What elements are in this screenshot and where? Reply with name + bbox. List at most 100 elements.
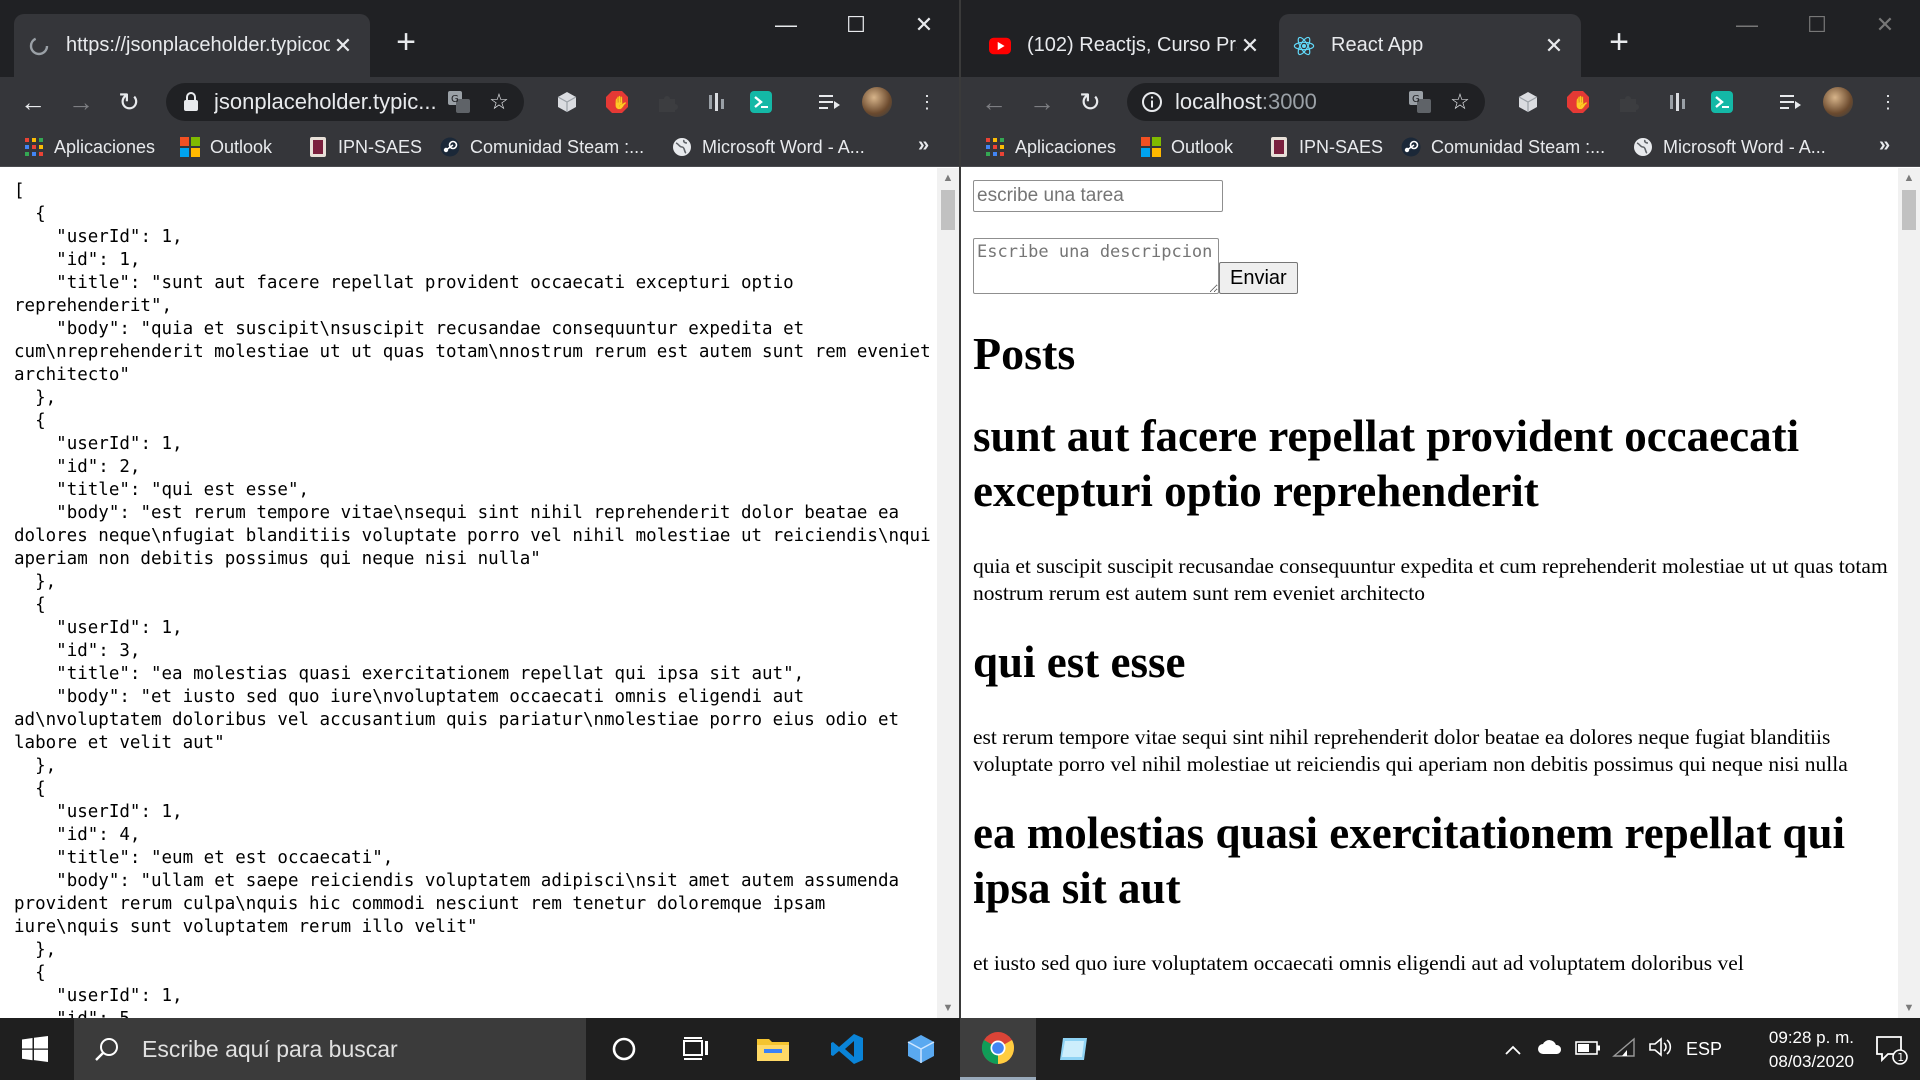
address-bar[interactable]: localhost:3000 G ☆ [1127,83,1485,121]
tab-close-icon[interactable]: ✕ [1541,33,1567,59]
back-arrow-icon[interactable]: ← [977,85,1011,119]
vertical-scrollbar[interactable]: ▲ ▼ [937,168,959,1018]
post-item: ea molestias quasi exercitationem repell… [973,806,1888,977]
menu-kebab-icon[interactable]: ⋮ [1875,89,1901,115]
tab-close-icon[interactable]: ✕ [1237,33,1263,59]
youtube-icon [989,35,1011,57]
start-button[interactable] [0,1018,70,1080]
media-queue-icon[interactable] [1777,89,1803,115]
extension-terminal-icon[interactable] [1709,89,1735,115]
post-item: qui est esse est rerum tempore vitae seq… [973,635,1888,778]
bookmark-outlook[interactable]: Outlook [1141,134,1233,160]
media-queue-icon[interactable] [816,89,842,115]
3d-viewer-button[interactable] [886,1018,956,1080]
bookmark-label: Outlook [1171,136,1234,157]
lock-icon[interactable] [180,91,202,113]
volume-icon[interactable] [1642,1036,1678,1062]
adblock-hand-icon[interactable]: ✋ [604,89,630,115]
bookmark-star-icon[interactable]: ☆ [1445,87,1475,117]
adblock-hand-icon[interactable]: ✋ [1565,89,1591,115]
task-description-textarea[interactable] [973,238,1219,294]
bookmark-star-icon[interactable]: ☆ [484,87,514,117]
tab-react-app[interactable]: React App ✕ [1279,14,1581,77]
reload-icon[interactable]: ↻ [1073,85,1107,119]
scroll-down-arrow-icon[interactable]: ▼ [937,998,959,1018]
maximize-button[interactable]: ☐ [838,10,874,40]
tab-title: https://jsonplaceholder.typicode.com/pos… [66,34,330,56]
profile-avatar[interactable] [1823,87,1853,117]
bookmark-apps[interactable]: Aplicaciones [24,134,155,160]
forward-arrow-icon[interactable]: → [1025,85,1059,119]
bookmark-outlook[interactable]: Outlook [180,134,272,160]
bookmarks-overflow-button[interactable]: » [1879,134,1890,157]
3d-cube-icon [907,1035,935,1063]
scroll-up-arrow-icon[interactable]: ▲ [1898,168,1920,188]
task-title-input[interactable] [973,180,1223,212]
close-window-button[interactable]: ✕ [906,10,942,40]
task-view-icon [683,1037,708,1060]
minimize-button[interactable]: — [768,10,804,40]
tab-youtube[interactable]: (102) Reactjs, Curso Práctico ✕ [975,14,1277,77]
extension-puzzle-icon[interactable] [654,89,680,115]
chrome-taskbar-button[interactable] [960,1018,1036,1080]
bookmark-apps[interactable]: Aplicaciones [985,134,1116,160]
back-arrow-icon[interactable]: ← [16,85,50,119]
bookmark-steam[interactable]: Comunidad Steam :... [440,134,644,160]
cortana-button[interactable] [592,1018,656,1080]
app-button[interactable] [1040,1018,1110,1080]
translate-icon[interactable]: G [444,87,474,117]
page-viewport: [ { "userId": 1, "id": 1, "title": "sunt… [0,168,959,1018]
close-window-button[interactable]: ✕ [1867,10,1903,40]
profile-avatar[interactable] [862,87,892,117]
extension-bars-icon[interactable] [704,89,730,115]
reload-icon[interactable]: ↻ [112,85,146,119]
scroll-down-arrow-icon[interactable]: ▼ [1898,998,1920,1018]
description-row: Enviar [973,238,1888,294]
bookmark-word[interactable]: Microsoft Word - A... [672,134,865,160]
bookmark-ipn-saes[interactable]: IPN-SAES [1269,134,1383,160]
steam-icon [440,137,460,157]
show-hidden-icons-chevron-icon[interactable] [1496,1039,1530,1060]
react-icon [1293,35,1315,57]
wifi-icon[interactable] [1606,1036,1642,1062]
windows-start-icon [22,1036,48,1062]
minimize-button[interactable]: — [1729,10,1765,40]
onedrive-cloud-icon[interactable] [1530,1039,1570,1060]
clock[interactable]: 09:28 p. m. 08/03/2020 [1769,1026,1854,1074]
tab-close-icon[interactable]: ✕ [330,33,356,59]
info-icon[interactable] [1141,91,1163,113]
new-tab-button[interactable]: + [388,24,424,60]
bookmark-ipn-saes[interactable]: IPN-SAES [308,134,422,160]
maximize-button[interactable]: ☐ [1799,10,1835,40]
send-button[interactable]: Enviar [1219,262,1298,294]
new-tab-button[interactable]: + [1601,24,1637,60]
post-title: ea molestias quasi exercitationem repell… [973,808,1845,913]
extension-terminal-icon[interactable] [748,89,774,115]
file-explorer-button[interactable] [738,1018,808,1080]
action-center-button[interactable]: 1 [1874,1032,1908,1066]
extension-cube-icon[interactable] [554,89,580,115]
search-placeholder: Escribe aquí para buscar [142,1035,398,1062]
scroll-up-arrow-icon[interactable]: ▲ [937,168,959,188]
svg-text:G: G [1412,94,1420,105]
bookmark-steam[interactable]: Comunidad Steam :... [1401,134,1605,160]
vertical-scrollbar[interactable]: ▲ ▼ [1898,168,1920,1018]
task-view-button[interactable] [664,1018,728,1080]
extension-puzzle-icon[interactable] [1615,89,1641,115]
taskbar-search-box[interactable]: Escribe aquí para buscar [74,1018,586,1080]
extension-bars-icon[interactable] [1665,89,1691,115]
bookmark-label: Outlook [210,136,273,157]
address-bar[interactable]: jsonplaceholder.typic... G ☆ [166,83,524,121]
scrollbar-thumb[interactable] [1902,190,1916,230]
bookmark-word[interactable]: Microsoft Word - A... [1633,134,1826,160]
tab-jsonplaceholder[interactable]: https://jsonplaceholder.typicode.com/pos… [14,14,370,77]
bookmarks-overflow-button[interactable]: » [918,134,929,157]
menu-kebab-icon[interactable]: ⋮ [914,89,940,115]
language-indicator[interactable]: ESP [1678,1039,1730,1060]
forward-arrow-icon[interactable]: → [64,85,98,119]
extension-cube-icon[interactable] [1515,89,1541,115]
battery-icon[interactable] [1570,1039,1606,1060]
vscode-button[interactable] [812,1018,882,1080]
translate-icon[interactable]: G [1405,87,1435,117]
scrollbar-thumb[interactable] [941,190,955,230]
